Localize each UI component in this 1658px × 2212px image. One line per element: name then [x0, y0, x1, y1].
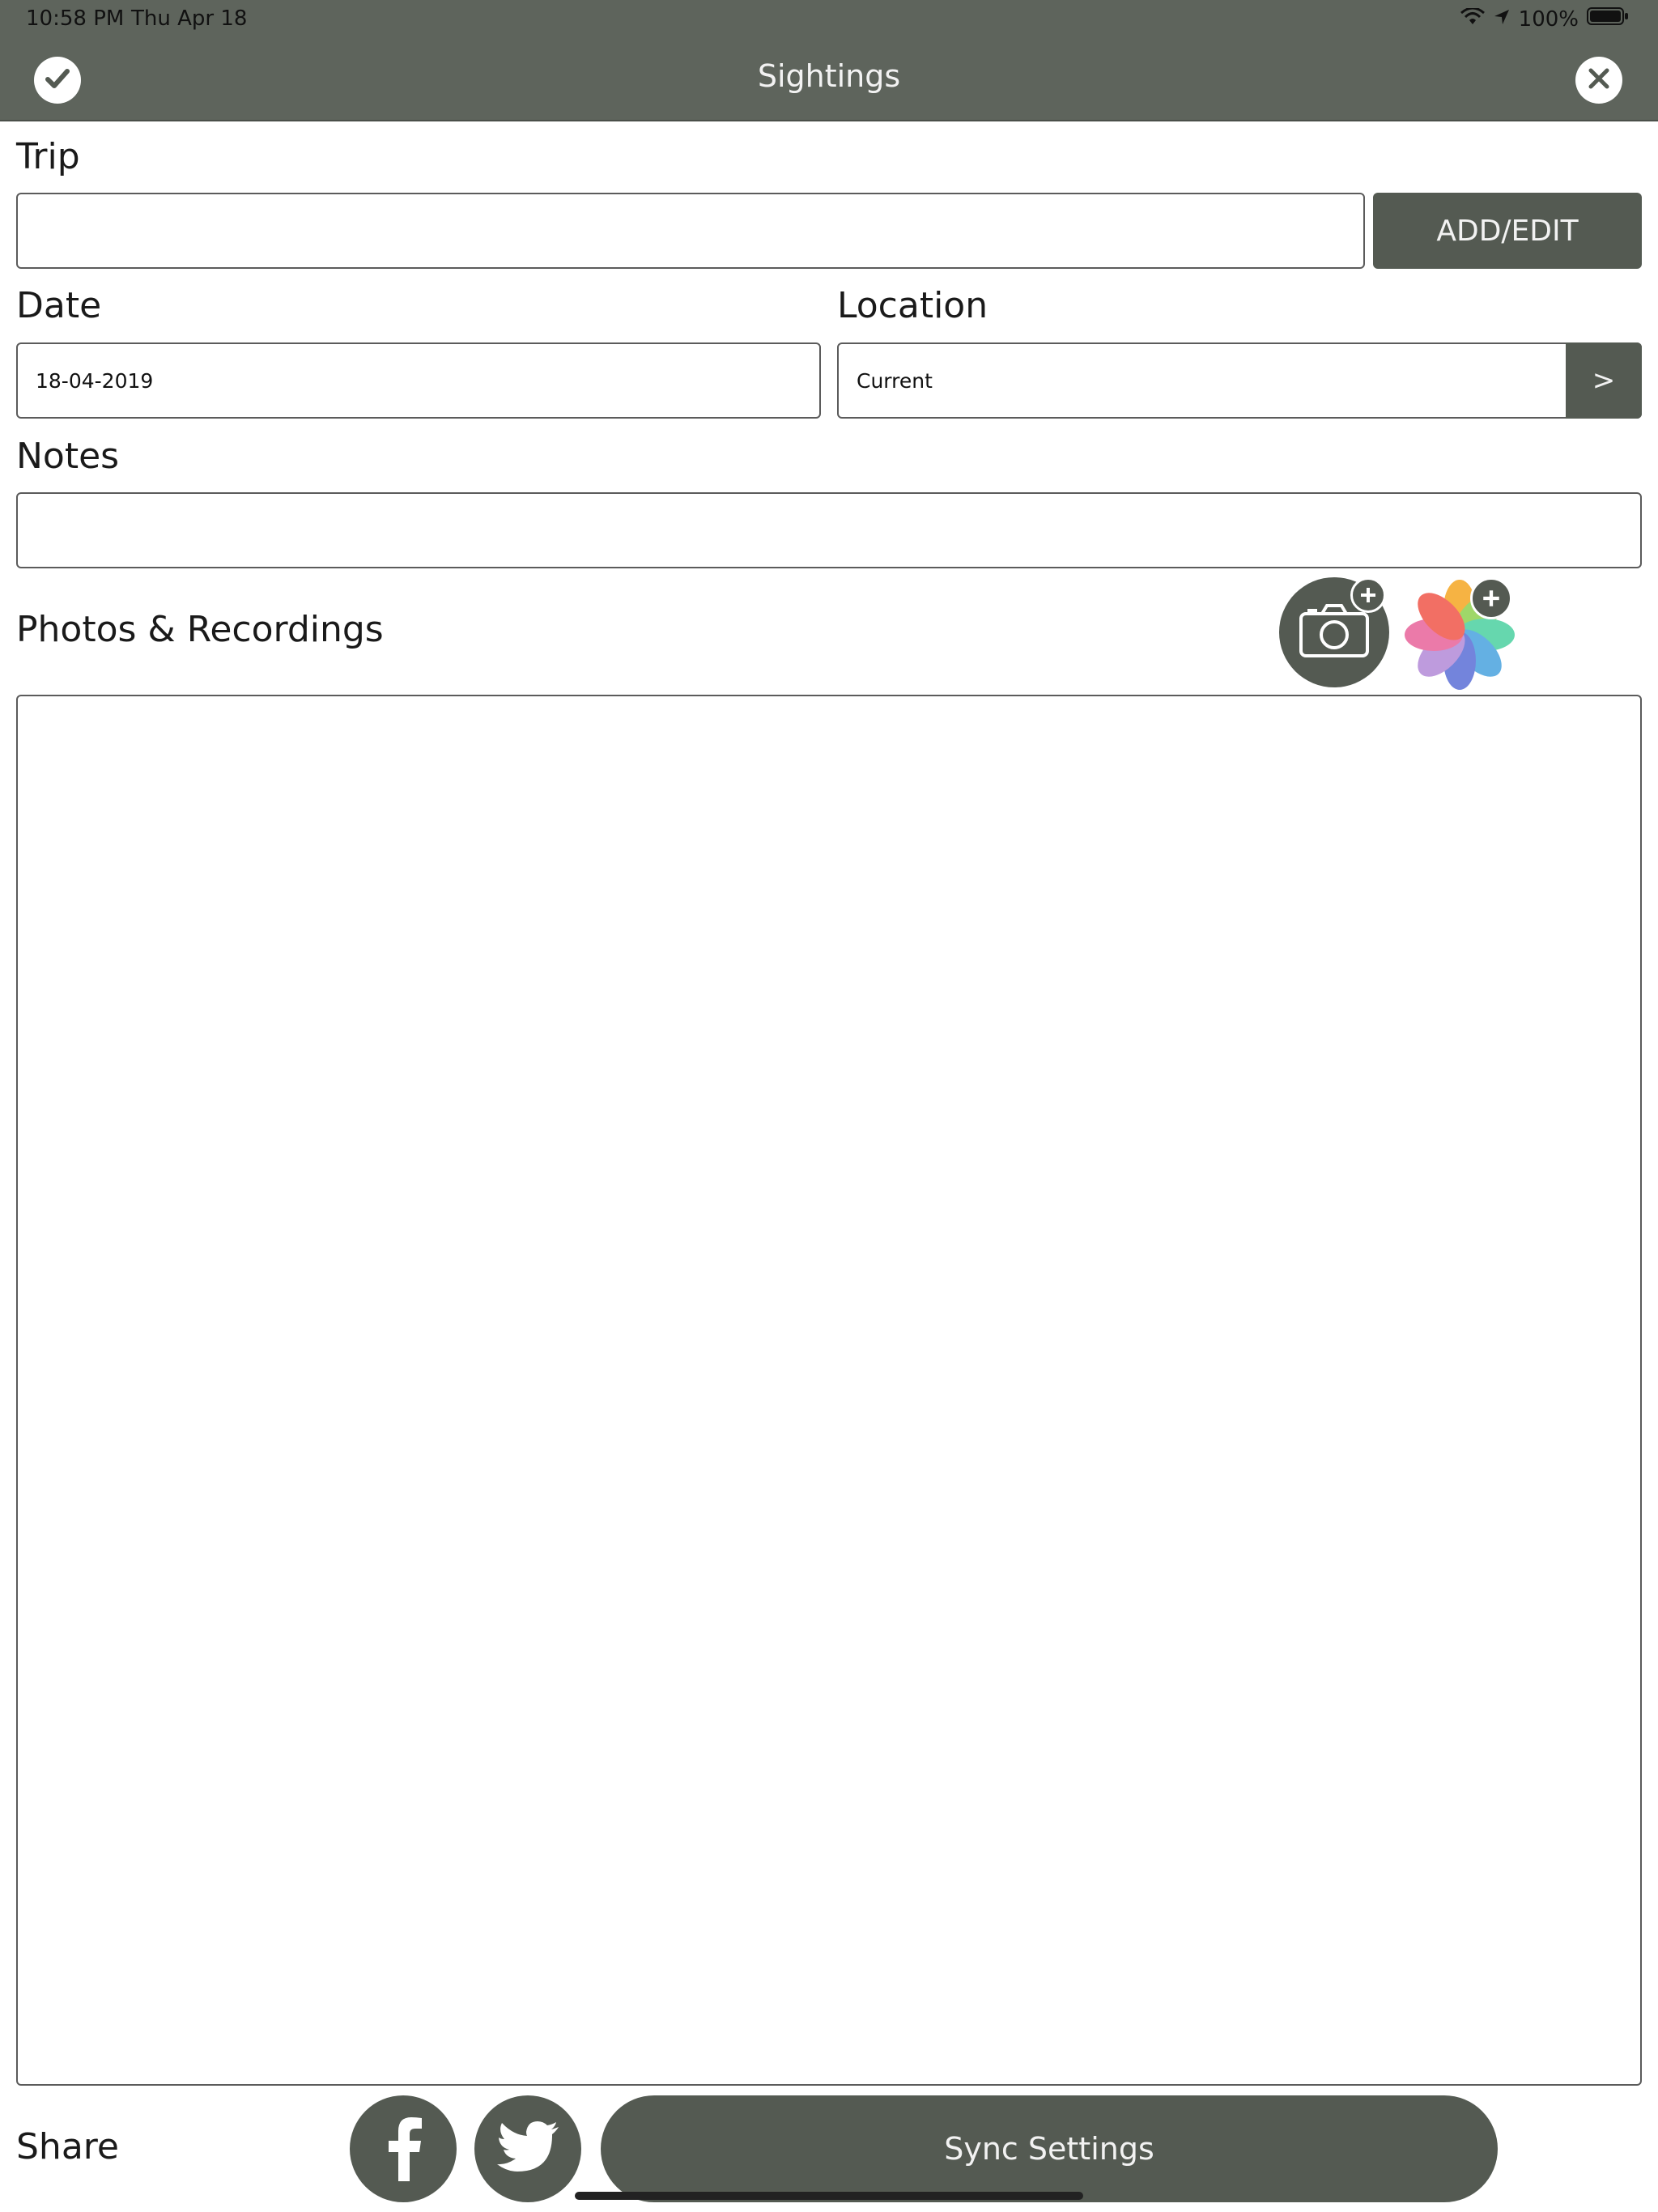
- notes-field[interactable]: [16, 492, 1642, 568]
- plus-icon: [1470, 577, 1512, 619]
- battery-icon: [1587, 6, 1629, 32]
- photos-recordings-area[interactable]: [16, 695, 1642, 2086]
- nav-bar: Sightings: [0, 39, 1658, 121]
- location-label: Location: [837, 285, 988, 326]
- status-right: 100%: [1460, 6, 1629, 32]
- wifi-icon: [1460, 6, 1485, 32]
- location-value: Current: [857, 368, 933, 393]
- plus-icon: [1350, 577, 1386, 613]
- location-arrow-icon: [1493, 7, 1511, 32]
- notes-label: Notes: [16, 436, 120, 477]
- date-label: Date: [16, 285, 102, 326]
- facebook-share-button[interactable]: [350, 2095, 457, 2202]
- camera-add-icon: [1298, 602, 1371, 662]
- facebook-icon: [379, 2113, 427, 2184]
- status-date: Thu Apr 18: [131, 6, 248, 31]
- add-photo-camera-button[interactable]: [1279, 577, 1389, 687]
- sync-settings-button[interactable]: Sync Settings: [601, 2095, 1498, 2202]
- twitter-icon: [495, 2121, 560, 2177]
- home-indicator: [575, 2192, 1083, 2200]
- trip-label: Trip: [16, 136, 80, 177]
- photos-recordings-label: Photos & Recordings: [16, 609, 384, 650]
- share-label: Share: [16, 2126, 119, 2167]
- photos-add-icon: [1402, 580, 1517, 696]
- trip-field[interactable]: [16, 193, 1365, 269]
- close-button[interactable]: [1575, 57, 1622, 104]
- date-field[interactable]: 18-04-2019: [16, 342, 821, 419]
- page-title: Sightings: [757, 58, 901, 94]
- add-from-gallery-button[interactable]: [1402, 577, 1517, 692]
- status-time: 10:58 PM: [26, 6, 125, 31]
- location-select-button[interactable]: >: [1566, 342, 1642, 419]
- battery-percent: 100%: [1518, 6, 1579, 32]
- add-edit-button[interactable]: ADD/EDIT: [1373, 193, 1642, 269]
- close-icon: [1583, 62, 1615, 98]
- location-field[interactable]: Current: [837, 342, 1642, 419]
- status-bar: 10:58 PM Thu Apr 18 100%: [0, 0, 1658, 39]
- twitter-share-button[interactable]: [474, 2095, 581, 2202]
